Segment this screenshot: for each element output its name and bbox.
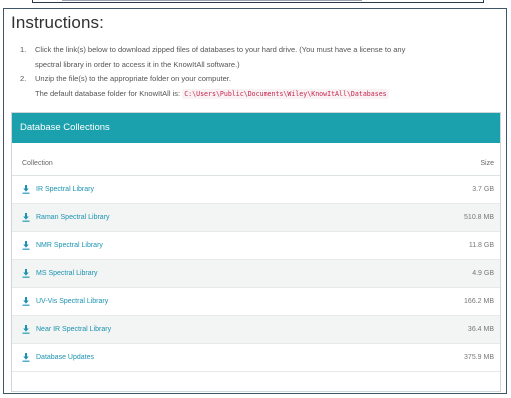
table-row: NMR Spectral Library 11.8 GB [12,232,500,260]
table-row: Near IR Spectral Library 36.4 MB [12,316,500,344]
default-folder-path: C:\Users\Public\Documents\Wiley\KnowItAl… [182,88,389,99]
page-title: Instructions: [11,13,104,32]
collection-size: 3.7 GB [472,186,494,193]
collections-table-body: IR Spectral Library 3.7 GB Raman Spectra… [12,176,500,372]
download-icon[interactable] [22,353,30,362]
collection-link[interactable]: UV-Vis Spectral Library [36,298,108,305]
table-row: MS Spectral Library 4.9 GB [12,260,500,288]
collection-link[interactable]: NMR Spectral Library [36,242,103,249]
download-icon[interactable] [22,269,30,278]
instructions-list: 1. Click the link(s) below to download z… [20,43,504,101]
collection-link[interactable]: MS Spectral Library [36,270,97,277]
collection-size: 510.8 MB [464,214,494,221]
step-text: Click the link(s) below to download zipp… [35,45,406,54]
step-text: Unzip the file(s) to the appropriate fol… [35,74,231,83]
download-icon[interactable] [22,241,30,250]
instruction-step-2: 2. Unzip the file(s) to the appropriate … [20,72,504,101]
download-icon[interactable] [22,185,30,194]
download-icon[interactable] [22,325,30,334]
card-header: Database Collections [12,113,500,143]
collection-size: 11.8 GB [468,242,494,249]
previous-panel-text-line [62,0,362,1]
collection-link[interactable]: Database Updates [36,354,94,361]
default-folder-label: The default database folder for KnowItAl… [35,88,181,98]
collection-link[interactable]: Near IR Spectral Library [36,326,111,333]
default-folder-line: The default database folder for KnowItAl… [35,87,504,102]
download-icon[interactable] [22,297,30,306]
column-header-size: Size [480,160,494,167]
instructions-panel: Instructions: 1. Click the link(s) below… [3,8,507,394]
download-icon[interactable] [22,213,30,222]
column-header-collection: Collection [22,160,53,167]
database-collections-card: Database Collections Collection Size IR … [11,112,501,392]
collection-size: 4.9 GB [472,270,494,277]
step-number: 2. [20,74,27,83]
table-row: UV-Vis Spectral Library 166.2 MB [12,288,500,316]
table-row: Database Updates 375.9 MB [12,344,500,372]
collection-size: 375.9 MB [464,354,494,361]
step-text-continuation: spectral library in order to access it i… [35,59,240,69]
collection-size: 166.2 MB [464,298,494,305]
table-header: Collection Size [12,154,500,176]
table-row: IR Spectral Library 3.7 GB [12,176,500,204]
table-row: Raman Spectral Library 510.8 MB [12,204,500,232]
collection-link[interactable]: Raman Spectral Library [36,214,110,221]
instruction-step-1: 1. Click the link(s) below to download z… [20,43,504,72]
collection-link[interactable]: IR Spectral Library [36,186,94,193]
collection-size: 36.4 MB [467,326,494,333]
step-number: 1. [20,45,27,54]
previous-panel-edge [0,0,511,6]
